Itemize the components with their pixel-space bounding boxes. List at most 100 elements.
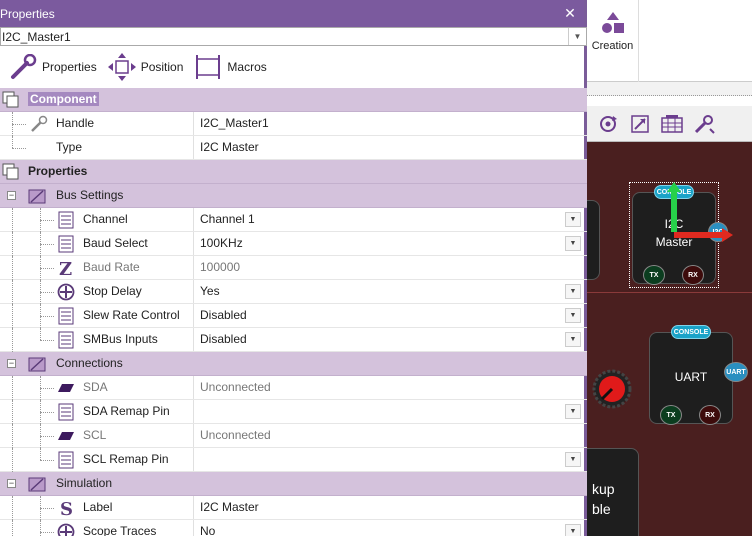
prop-row-smbus-inputs[interactable]: SMBus Inputs Disabled ▼: [0, 328, 587, 352]
tab-position[interactable]: Position: [107, 52, 184, 82]
prop-scope-traces-value[interactable]: No: [193, 520, 587, 536]
tab-macros[interactable]: Macros: [193, 53, 267, 81]
prop-type-value[interactable]: I2C Master: [193, 136, 587, 159]
tab-position-label: Position: [140, 60, 184, 74]
prop-row-handle[interactable]: Handle I2C_Master1: [0, 112, 587, 136]
component-section-icon: [2, 91, 19, 108]
prop-row-channel[interactable]: Channel Channel 1 ▼: [0, 208, 587, 232]
list-icon: [58, 451, 74, 469]
pin-icon: [58, 432, 74, 440]
tab-macros-label: Macros: [227, 60, 267, 74]
prop-type-name: Type: [56, 140, 83, 154]
prop-baud-rate-value: 100000: [193, 256, 587, 279]
simulation-canvas[interactable]: I2C Master CONSOLE TX RX I2C UART CONSOL…: [587, 142, 752, 536]
prop-baud-select-name: Baud Select: [83, 236, 148, 250]
prop-row-scope-traces[interactable]: Scope Traces No ▼: [0, 520, 587, 536]
chevron-down-icon[interactable]: ▼: [565, 452, 581, 467]
prop-row-scl[interactable]: SCL Unconnected: [0, 424, 587, 448]
prop-baud-rate-name: Baud Rate: [83, 260, 140, 274]
group-connections[interactable]: − Connections: [0, 352, 587, 376]
prop-handle-value[interactable]: I2C_Master1: [193, 112, 587, 135]
prop-slew-rate-name: Slew Rate Control: [83, 308, 180, 322]
prop-row-slew-rate[interactable]: Slew Rate Control Disabled ▼: [0, 304, 587, 328]
prop-row-stop-delay[interactable]: Stop Delay Yes ▼: [0, 280, 587, 304]
tools-button[interactable]: [691, 111, 717, 137]
prop-scl-remap-name: SCL Remap Pin: [83, 452, 169, 466]
collapse-icon[interactable]: −: [7, 191, 16, 200]
section-properties[interactable]: Properties: [0, 160, 587, 184]
uart-tx-pin[interactable]: TX: [660, 405, 682, 425]
close-icon[interactable]: ✕: [562, 5, 578, 22]
prop-row-baud-rate[interactable]: Z Baud Rate 100000: [0, 256, 587, 280]
svg-text:S: S: [60, 499, 73, 517]
ribbon: Creation: [587, 0, 752, 82]
prop-stop-delay-value[interactable]: Yes: [193, 280, 587, 303]
section-component[interactable]: Component: [0, 88, 587, 112]
panel-title-bar[interactable]: Properties ✕: [0, 0, 584, 27]
prop-label-value[interactable]: I2C Master: [193, 496, 587, 519]
rotate-button[interactable]: [595, 111, 621, 137]
chevron-down-icon[interactable]: ▼: [565, 404, 581, 419]
pin-icon: [58, 384, 74, 392]
i2c-rx-pin[interactable]: RX: [682, 265, 704, 285]
prop-slew-rate-value[interactable]: Disabled: [193, 304, 587, 327]
group-simulation[interactable]: − Simulation: [0, 472, 587, 496]
prop-row-sda[interactable]: SDA Unconnected: [0, 376, 587, 400]
grid-button[interactable]: [659, 111, 685, 137]
prop-row-label[interactable]: S Label I2C Master: [0, 496, 587, 520]
object-selector-value: I2C_Master1: [2, 29, 71, 44]
list-icon: [58, 331, 74, 349]
handle-icon: [31, 115, 48, 132]
section-component-title: Component: [28, 92, 99, 106]
creation-label: Creation: [591, 40, 634, 52]
uart-side-pin[interactable]: UART: [724, 362, 748, 382]
partial-component-left[interactable]: [587, 200, 600, 280]
group-bus-settings-title: Bus Settings: [56, 188, 124, 202]
prop-baud-select-value[interactable]: 100KHz: [193, 232, 587, 255]
prop-smbus-inputs-value[interactable]: Disabled: [193, 328, 587, 351]
prop-scl-remap-value[interactable]: [193, 448, 587, 471]
prop-row-scl-remap[interactable]: SCL Remap Pin ▼: [0, 448, 587, 472]
group-bus-settings[interactable]: − Bus Settings: [0, 184, 587, 208]
partial-component-bottom[interactable]: kup ble: [587, 448, 639, 536]
group-connections-title: Connections: [56, 356, 123, 370]
prop-sda-remap-value[interactable]: [193, 400, 587, 423]
prop-stop-delay-name: Stop Delay: [83, 284, 142, 298]
object-selector-dropdown[interactable]: I2C_Master1 ▼: [0, 27, 587, 46]
section-properties-title: Properties: [28, 164, 88, 178]
prop-handle-name: Handle: [56, 116, 95, 130]
properties-panel: Properties ✕ I2C_Master1 ▼ Properties Po…: [0, 0, 587, 536]
chevron-down-icon[interactable]: ▼: [565, 308, 581, 323]
chevron-down-icon[interactable]: ▼: [565, 332, 581, 347]
collapse-icon[interactable]: −: [7, 359, 16, 368]
i2c-tx-pin[interactable]: TX: [643, 265, 665, 285]
knob-icon[interactable]: [591, 368, 633, 410]
z-letter-icon: Z: [59, 259, 72, 277]
tab-properties[interactable]: Properties: [10, 54, 97, 80]
grid-icon: [661, 114, 683, 133]
partial-text-line2: ble: [592, 501, 611, 517]
prop-scl-value: Unconnected: [193, 424, 587, 447]
prop-sda-remap-name: SDA Remap Pin: [83, 404, 170, 418]
prop-row-sda-remap[interactable]: SDA Remap Pin ▼: [0, 400, 587, 424]
chevron-down-icon[interactable]: ▼: [565, 212, 581, 227]
uart-console-pill[interactable]: CONSOLE: [671, 325, 711, 339]
rotate-icon: [600, 115, 617, 132]
move-arrows-icon: [107, 53, 136, 81]
chevron-down-icon[interactable]: ▼: [565, 284, 581, 299]
prop-scl-name: SCL: [83, 428, 107, 442]
creation-ribbon-button[interactable]: Creation: [587, 0, 639, 82]
chevron-down-icon[interactable]: ▼: [565, 236, 581, 251]
collapse-icon[interactable]: −: [7, 479, 16, 488]
chevron-down-icon[interactable]: ▼: [565, 524, 581, 536]
chevron-down-icon[interactable]: ▼: [568, 28, 586, 45]
prop-channel-value[interactable]: Channel 1: [193, 208, 587, 231]
uart-rx-pin[interactable]: RX: [699, 405, 721, 425]
resize-icon: [631, 114, 649, 133]
prop-row-type[interactable]: Type I2C Master: [0, 136, 587, 160]
prop-row-baud-select[interactable]: Baud Select 100KHz ▼: [0, 232, 587, 256]
prop-scope-traces-name: Scope Traces: [83, 524, 157, 536]
plus-circle-icon: [57, 283, 75, 301]
background-app: Creation Master TX RX UART CONSOLE TX RX…: [587, 0, 752, 536]
resize-button[interactable]: [627, 111, 653, 137]
